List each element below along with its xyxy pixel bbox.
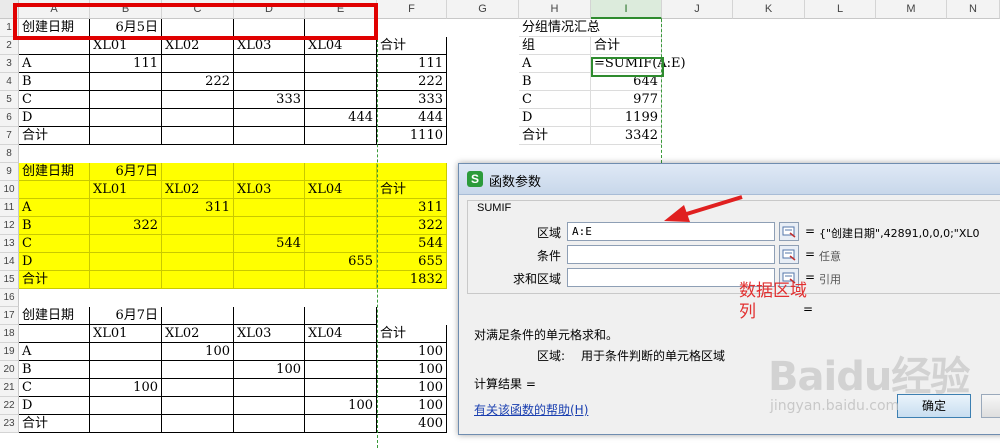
watermark-url: jingyan.baidu.com: [770, 398, 900, 414]
watermark-logo: Baidu经验: [768, 354, 970, 400]
